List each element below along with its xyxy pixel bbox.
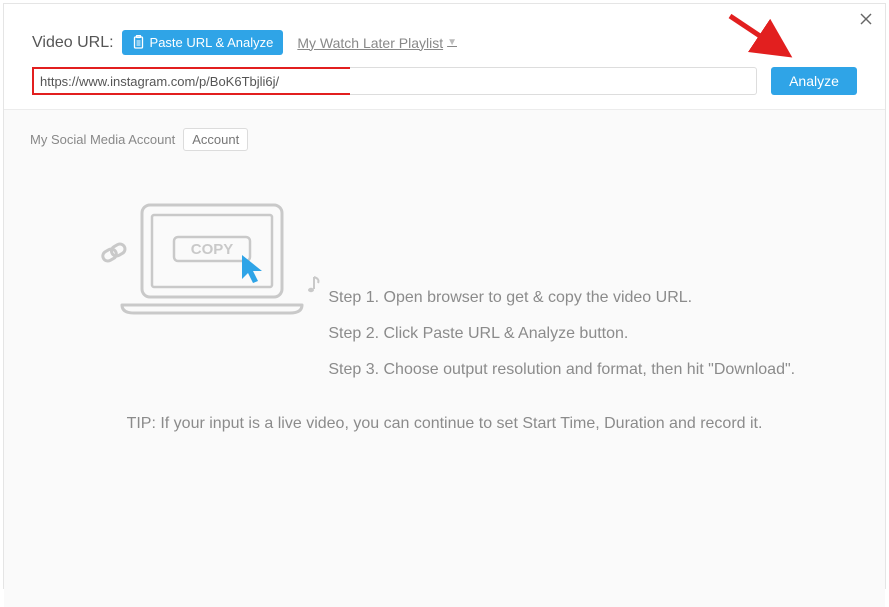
paste-url-analyze-button[interactable]: Paste URL & Analyze (122, 30, 284, 55)
paste-icon (132, 35, 145, 50)
url-highlight-box (32, 67, 352, 95)
video-url-label: Video URL: (32, 34, 114, 52)
social-account-label: My Social Media Account (30, 132, 175, 147)
close-button[interactable] (855, 8, 877, 30)
tip-text: TIP: If your input is a live video, you … (30, 415, 859, 433)
step-1: Step 1. Open browser to get & copy the v… (328, 289, 795, 307)
url-input[interactable] (34, 69, 350, 93)
laptop-illustration: COPY (94, 201, 324, 329)
analyze-button[interactable]: Analyze (771, 67, 857, 95)
playlist-link-label: My Watch Later Playlist (297, 35, 443, 51)
close-icon (860, 13, 872, 25)
url-input-container (32, 67, 757, 95)
step-2: Step 2. Click Paste URL & Analyze button… (328, 325, 795, 343)
step-3: Step 3. Choose output resolution and for… (328, 361, 795, 379)
chevron-down-icon: ▼ (447, 37, 457, 48)
account-button[interactable]: Account (183, 128, 248, 151)
copy-label: COPY (191, 241, 234, 258)
watch-later-playlist-link[interactable]: My Watch Later Playlist ▼ (297, 35, 457, 51)
url-input-remainder[interactable] (350, 67, 757, 95)
paste-button-label: Paste URL & Analyze (150, 35, 274, 50)
steps-block: Step 1. Open browser to get & copy the v… (328, 289, 795, 397)
